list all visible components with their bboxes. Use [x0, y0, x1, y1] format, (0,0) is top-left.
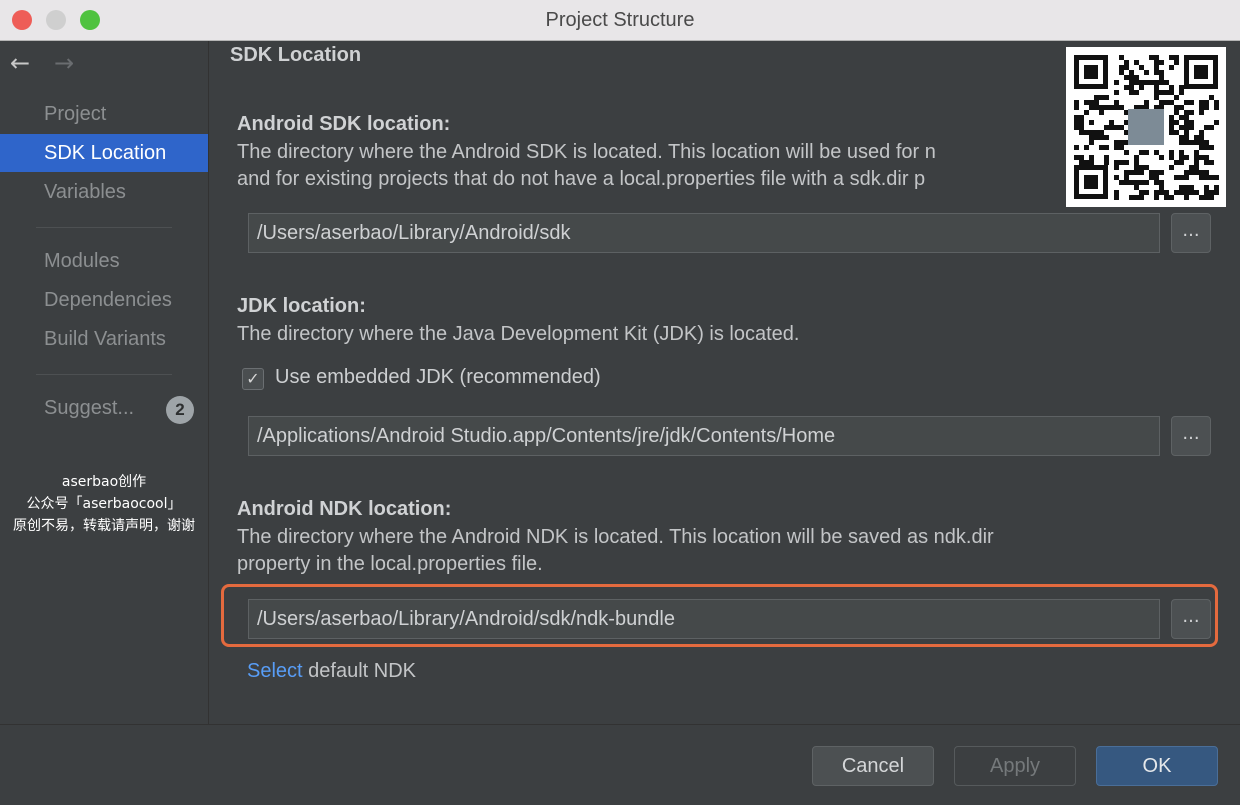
back-arrow-icon[interactable]: ←	[10, 49, 30, 77]
sidebar-item-project[interactable]: Project	[0, 95, 208, 133]
forward-arrow-icon[interactable]: →	[54, 49, 74, 77]
qr-center-avatar	[1128, 109, 1164, 145]
android-ndk-label: Android NDK location:	[237, 498, 452, 520]
jdk-label: JDK location:	[237, 295, 366, 317]
suggestions-count-badge: 2	[166, 396, 194, 424]
android-sdk-description: The directory where the Android SDK is l…	[237, 141, 936, 163]
qr-code-icon	[1066, 47, 1226, 207]
sidebar: ← → Project SDK Location Variables Modul…	[0, 41, 209, 724]
apply-button[interactable]: Apply	[954, 746, 1076, 786]
use-embedded-jdk-checkbox[interactable]: ✓	[242, 368, 264, 390]
android-sdk-browse-button[interactable]: ...	[1171, 213, 1211, 253]
ndk-highlight-frame	[221, 584, 1218, 647]
sidebar-item-sdk-location[interactable]: SDK Location	[0, 134, 208, 172]
jdk-browse-button: ...	[1171, 416, 1211, 456]
dialog-footer: Cancel Apply OK	[0, 724, 1240, 805]
sidebar-item-dependencies[interactable]: Dependencies	[0, 281, 208, 319]
android-sdk-label: Android SDK location:	[237, 113, 451, 135]
watermark-line: 原创不易，转载请声明，谢谢	[13, 518, 195, 534]
sidebar-item-modules[interactable]: Modules	[0, 242, 208, 280]
select-default-ndk-text: default NDK	[302, 660, 416, 682]
watermark-line: 公众号「aserbaocool」	[26, 496, 182, 512]
sidebar-divider	[36, 374, 172, 375]
android-sdk-description: and for existing projects that do not ha…	[237, 168, 926, 190]
watermark-line: aserbao创作	[61, 474, 147, 490]
select-default-ndk-link[interactable]: Select	[247, 660, 303, 682]
android-ndk-description: property in the local.properties file.	[237, 553, 543, 575]
sidebar-item-build-variants[interactable]: Build Variants	[0, 320, 208, 358]
sdk-location-panel: SDK Location Android SDK location: The d…	[209, 41, 1240, 724]
android-ndk-description: The directory where the Android NDK is l…	[237, 526, 994, 548]
ok-button[interactable]: OK	[1096, 746, 1218, 786]
cancel-button[interactable]: Cancel	[812, 746, 934, 786]
android-sdk-path-field[interactable]: /Users/aserbao/Library/Android/sdk	[248, 213, 1160, 253]
watermark-text: aserbao创作 公众号「aserbaocool」 原创不易，转载请声明，谢谢	[0, 471, 208, 537]
project-structure-window: Project Structure ← → Project SDK Locati…	[0, 0, 1240, 805]
title-bar: Project Structure	[0, 0, 1240, 41]
select-default-ndk: Select default NDK	[247, 660, 416, 683]
jdk-path-field: /Applications/Android Studio.app/Content…	[248, 416, 1160, 456]
section-title: SDK Location	[230, 44, 362, 66]
jdk-description: The directory where the Java Development…	[237, 323, 800, 345]
window-title: Project Structure	[545, 9, 695, 31]
use-embedded-jdk-label[interactable]: Use embedded JDK (recommended)	[275, 366, 601, 389]
sidebar-divider	[36, 227, 172, 228]
sidebar-item-variables[interactable]: Variables	[0, 173, 208, 211]
